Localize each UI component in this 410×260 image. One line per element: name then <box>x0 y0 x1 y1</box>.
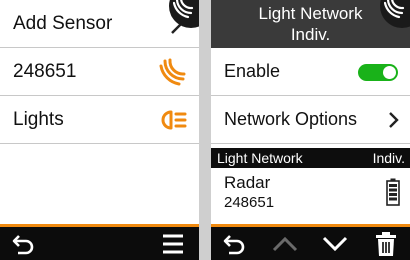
lights-label: Lights <box>13 109 64 130</box>
sensor-id-label: 248651 <box>13 61 77 82</box>
signal-icon <box>173 0 194 19</box>
device-list-item[interactable]: Radar 248651 <box>211 168 410 216</box>
lights-row[interactable]: Lights <box>0 96 199 144</box>
section-header: Light Network Indiv. <box>211 148 410 168</box>
network-options-row[interactable]: Network Options <box>211 96 410 144</box>
toggle-knob <box>383 66 396 79</box>
delete-button[interactable] <box>368 229 404 259</box>
device-name: Radar <box>224 173 271 192</box>
back-button[interactable] <box>217 229 253 259</box>
back-icon <box>12 235 34 255</box>
section-title: Light Network <box>217 150 303 166</box>
enable-label: Enable <box>224 61 281 81</box>
radar-signal-icon <box>159 58 186 86</box>
enable-toggle[interactable] <box>358 64 398 81</box>
bottom-toolbar <box>0 224 199 260</box>
back-icon <box>223 235 245 255</box>
add-sensor-label: Add Sensor <box>13 13 113 34</box>
bottom-toolbar <box>211 224 410 260</box>
menu-button[interactable] <box>155 229 191 259</box>
enable-row[interactable]: Enable <box>211 48 410 96</box>
sensor-list-screen: Add Sensor 248651 Lights <box>0 0 199 260</box>
trash-icon <box>376 232 396 256</box>
device-id: 248651 <box>224 194 275 211</box>
title-line-2: Indiv. <box>290 25 331 44</box>
up-icon <box>272 236 298 252</box>
move-up-button[interactable] <box>267 229 303 259</box>
back-button[interactable] <box>6 229 42 259</box>
down-icon <box>322 236 348 252</box>
signal-icon <box>384 0 405 19</box>
light-network-screen: Light Network Indiv. Enable Network Opti… <box>211 0 410 260</box>
move-down-button[interactable] <box>317 229 353 259</box>
chevron-right-icon <box>389 112 399 128</box>
headlight-icon <box>161 110 187 130</box>
section-mode: Indiv. <box>372 150 405 166</box>
battery-icon <box>386 178 400 206</box>
network-options-label: Network Options <box>224 109 358 129</box>
menu-icon <box>163 234 183 254</box>
sensor-248651-row[interactable]: 248651 <box>0 48 199 96</box>
